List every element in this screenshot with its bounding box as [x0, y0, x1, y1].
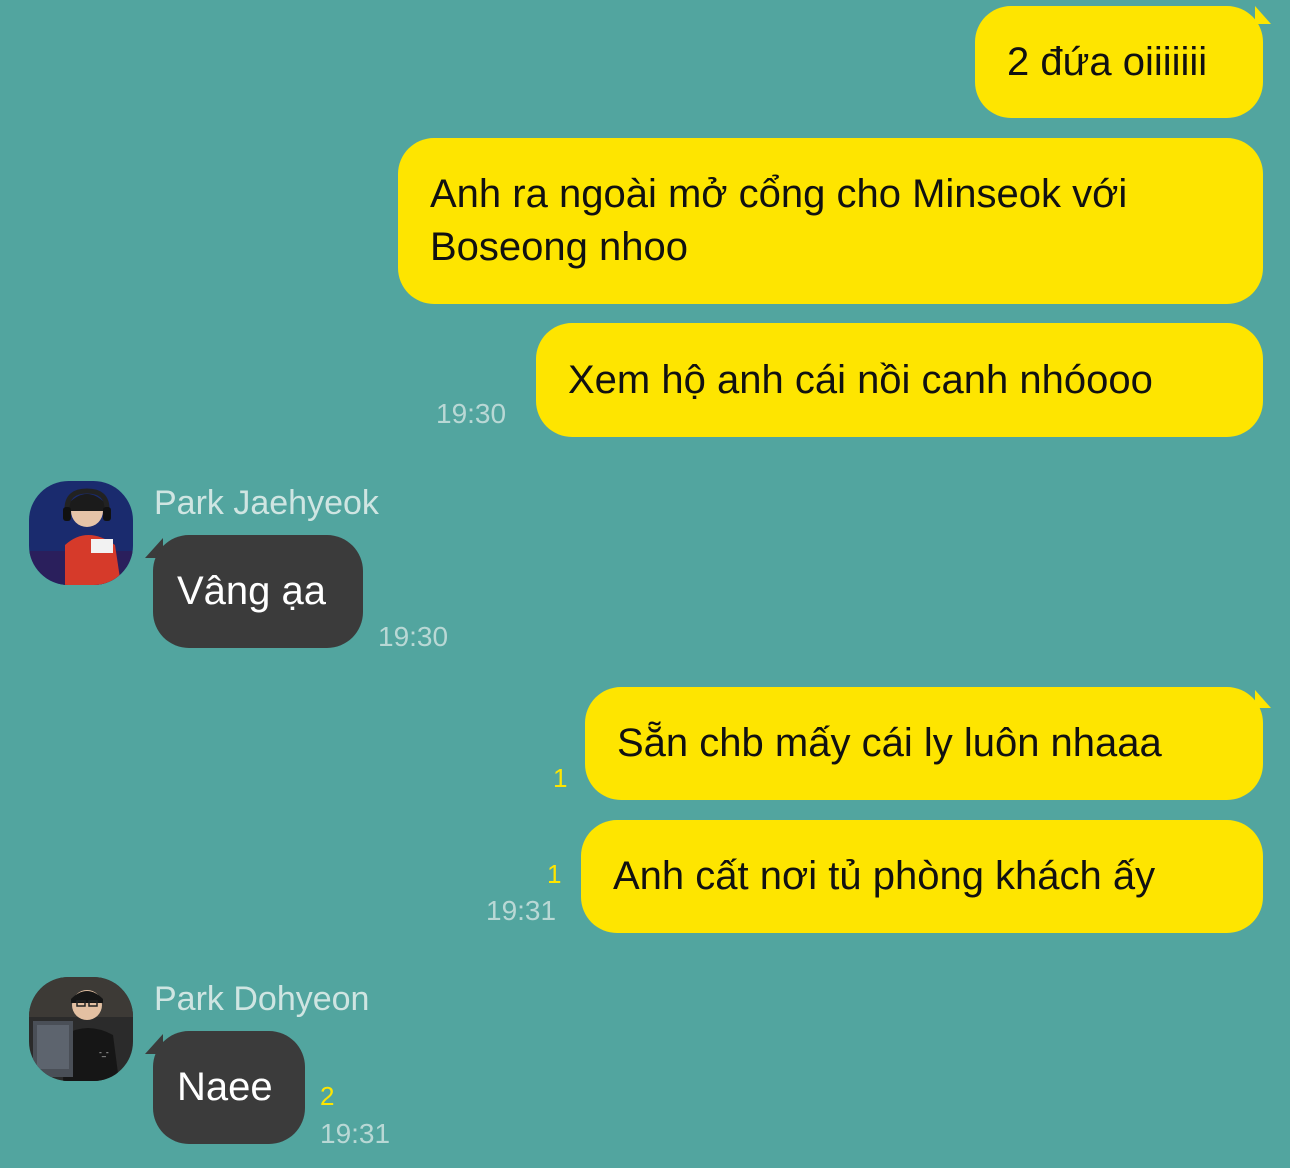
outgoing-message-bubble[interactable]: Sẵn chb mấy cái ly luôn nhaaa [585, 687, 1263, 800]
message-timestamp: 19:31 [486, 895, 557, 926]
svg-text:-_-: -_- [99, 1048, 109, 1057]
avatar[interactable] [29, 481, 133, 585]
message-text: Naee [177, 1065, 273, 1109]
unread-count: 2 [320, 1081, 335, 1111]
sender-name: Park Dohyeon [154, 980, 370, 1018]
message-text: Anh cất nơi tủ phòng khách ấy [613, 854, 1156, 898]
sender-name: Park Jaehyeok [154, 484, 379, 522]
unread-count: 1 [547, 859, 562, 889]
message-text: 2 đứa oiiiiiii [1007, 39, 1208, 84]
bubble-tail [1255, 690, 1271, 708]
bubble-tail [1255, 6, 1271, 24]
message-text: Xem hộ anh cái nồi canh nhóooo [568, 357, 1153, 402]
outgoing-message-bubble[interactable]: 2 đứa oiiiiiii [975, 6, 1263, 118]
incoming-message-bubble[interactable]: Vâng ạa [153, 535, 363, 648]
incoming-message-bubble[interactable]: Naee [153, 1031, 305, 1144]
message-timestamp: 19:31 [320, 1118, 391, 1149]
unread-count: 1 [553, 763, 568, 793]
avatar-photo-monitor-icon: -_- [29, 977, 133, 1081]
outgoing-message-bubble[interactable]: Xem hộ anh cái nồi canh nhóooo [536, 323, 1263, 437]
outgoing-message-bubble[interactable]: Anh ra ngoài mở cổng cho Minseok với Bos… [398, 138, 1263, 304]
outgoing-message-bubble[interactable]: Anh cất nơi tủ phòng khách ấy [581, 820, 1263, 933]
chat-message-list[interactable]: 2 đứa oiiiiiii Anh ra ngoài mở cổng cho … [0, 0, 1290, 1168]
message-timestamp: 19:30 [378, 621, 449, 652]
avatar-photo-headset-icon [29, 481, 133, 585]
message-text: Anh ra ngoài mở cổng cho Minseok với Bos… [430, 172, 1128, 269]
message-text: Vâng ạa [177, 569, 327, 613]
message-text: Sẵn chb mấy cái ly luôn nhaaa [617, 721, 1162, 765]
avatar[interactable]: -_- [29, 977, 133, 1081]
message-timestamp: 19:30 [436, 398, 507, 429]
